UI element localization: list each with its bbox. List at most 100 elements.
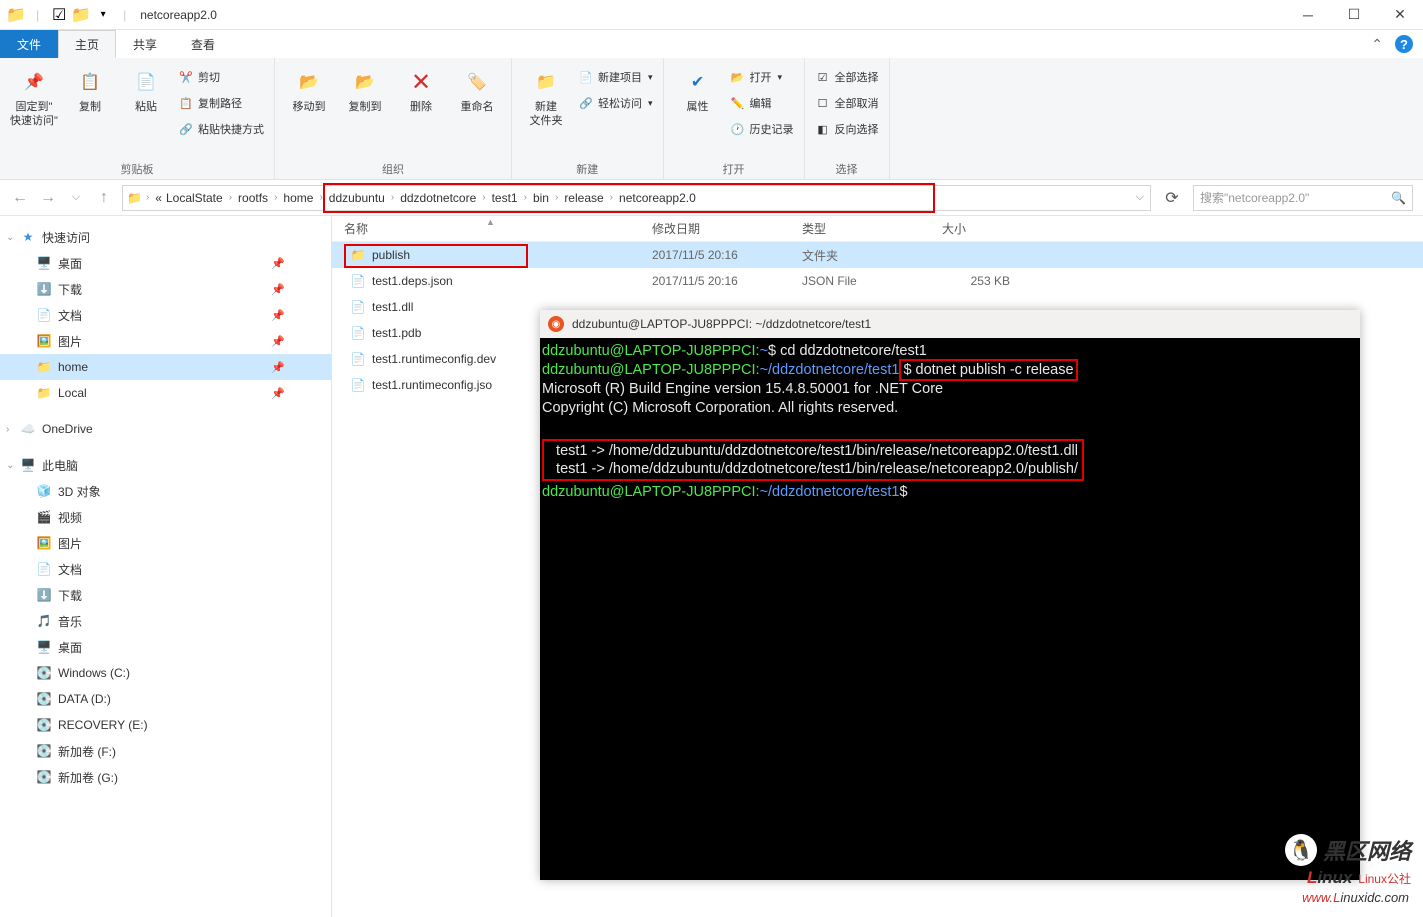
sidebar-item[interactable]: 📄文档: [0, 556, 331, 582]
copyto-button[interactable]: 📂复制到: [339, 62, 391, 114]
file-name: test1.runtimeconfig.jso: [372, 378, 492, 392]
folder-icon: 📁: [8, 7, 24, 23]
file-icon: 📄: [350, 325, 366, 341]
sidebar-item[interactable]: 🧊3D 对象: [0, 478, 331, 504]
copypath-button[interactable]: 📋复制路径: [176, 92, 266, 114]
search-input[interactable]: 搜索"netcoreapp2.0" 🔍: [1193, 185, 1413, 211]
file-row[interactable]: 📄test1.deps.json2017/11/5 20:16JSON File…: [332, 268, 1423, 294]
group-new: 新建: [520, 159, 655, 177]
watermark-url: www.Linuxidc.com: [1302, 890, 1409, 905]
folder-icon: 📁: [350, 247, 366, 263]
minimize-button[interactable]: ─: [1285, 0, 1331, 30]
sidebar-quickaccess[interactable]: ⌄★快速访问: [0, 224, 331, 250]
rename-button[interactable]: 🏷️重命名: [451, 62, 503, 114]
sidebar-onedrive[interactable]: ›☁️OneDrive: [0, 416, 331, 442]
paste-button[interactable]: 📄粘贴: [120, 62, 172, 114]
up-button[interactable]: ↑: [94, 189, 114, 207]
crumb[interactable]: LocalState: [164, 191, 225, 205]
selectnone-button[interactable]: ☐全部取消: [813, 92, 881, 114]
close-button[interactable]: ✕: [1377, 0, 1423, 30]
folder-icon: 📁: [127, 191, 142, 205]
forward-button[interactable]: →: [38, 189, 58, 207]
sidebar-item[interactable]: 🖥️桌面📌: [0, 250, 331, 276]
sidebar-item[interactable]: 💽新加卷 (F:): [0, 738, 331, 764]
delete-button[interactable]: ✕删除: [395, 62, 447, 114]
tab-share[interactable]: 共享: [116, 30, 174, 58]
crumb[interactable]: release: [562, 191, 605, 205]
file-icon: 📄: [350, 377, 366, 393]
search-icon[interactable]: 🔍: [1391, 191, 1406, 205]
sidebar-item[interactable]: 💽DATA (D:): [0, 686, 331, 712]
edit-button[interactable]: ✏️编辑: [728, 92, 796, 114]
addr-dropdown-icon[interactable]: ⌵: [1130, 191, 1150, 204]
newitem-button[interactable]: 📄新建项目▾: [576, 66, 655, 88]
sidebar-item[interactable]: ⬇️下载📌: [0, 276, 331, 302]
crumb[interactable]: ddzdotnetcore: [398, 191, 478, 205]
sidebar-item[interactable]: 💽Windows (C:): [0, 660, 331, 686]
address-bar[interactable]: 📁 › « LocalState› rootfs› home› ddzubunt…: [122, 185, 1151, 211]
file-date: 2017/11/5 20:16: [640, 248, 790, 262]
file-icon: 📄: [350, 299, 366, 315]
sidebar-item[interactable]: 💽RECOVERY (E:): [0, 712, 331, 738]
properties-button[interactable]: ✔属性: [672, 62, 724, 114]
history-button[interactable]: 🕐历史记录: [728, 118, 796, 140]
copy-button[interactable]: 📋复制: [64, 62, 116, 114]
collapse-ribbon-icon[interactable]: ⌃: [1371, 36, 1383, 53]
file-name: publish: [372, 248, 410, 262]
file-name: test1.runtimeconfig.dev: [372, 352, 496, 366]
easyaccess-button[interactable]: 🔗轻松访问▾: [576, 92, 655, 114]
back-button[interactable]: ←: [10, 189, 30, 207]
terminal-titlebar[interactable]: ◉ ddzubuntu@LAPTOP-JU8PPPCI: ~/ddzdotnet…: [540, 310, 1360, 338]
tab-file[interactable]: 文件: [0, 30, 58, 58]
pin-quickaccess-button[interactable]: 📌固定到"快速访问": [8, 62, 60, 129]
crumb[interactable]: bin: [531, 191, 551, 205]
terminal-title: ddzubuntu@LAPTOP-JU8PPPCI: ~/ddzdotnetco…: [572, 317, 871, 331]
group-clipboard: 剪贴板: [8, 159, 266, 177]
crumb[interactable]: test1: [490, 191, 520, 205]
refresh-button[interactable]: ⟳: [1159, 185, 1185, 211]
sidebar-item[interactable]: 📁Local📌: [0, 380, 331, 406]
open-button[interactable]: 📂打开▾: [728, 66, 796, 88]
invert-button[interactable]: ◧反向选择: [813, 118, 881, 140]
file-size: 253 KB: [930, 274, 1030, 288]
file-name: test1.deps.json: [372, 274, 453, 288]
help-icon[interactable]: ?: [1395, 35, 1413, 53]
sidebar-item[interactable]: 🖼️图片📌: [0, 328, 331, 354]
selectall-button[interactable]: ☑全部选择: [813, 66, 881, 88]
crumb[interactable]: netcoreapp2.0: [617, 191, 698, 205]
window-title: netcoreapp2.0: [140, 8, 217, 22]
moveto-button[interactable]: 📂移动到: [283, 62, 335, 114]
terminal-window[interactable]: ◉ ddzubuntu@LAPTOP-JU8PPPCI: ~/ddzdotnet…: [540, 310, 1360, 880]
file-icon: 📄: [350, 351, 366, 367]
sidebar-item-home[interactable]: 📁home📌: [0, 354, 331, 380]
crumb[interactable]: rootfs: [236, 191, 270, 205]
sidebar-item[interactable]: 🖼️图片: [0, 530, 331, 556]
file-type: JSON File: [790, 274, 930, 288]
pasteshortcut-button[interactable]: 🔗粘贴快捷方式: [176, 118, 266, 140]
sidebar-thispc[interactable]: ⌄🖥️此电脑: [0, 452, 331, 478]
checkbox-icon[interactable]: ☑: [51, 7, 67, 23]
tab-home[interactable]: 主页: [58, 30, 116, 58]
tab-view[interactable]: 查看: [174, 30, 232, 58]
crumb[interactable]: home: [281, 191, 315, 205]
file-name: test1.dll: [372, 300, 413, 314]
recent-dropdown[interactable]: ⌵: [66, 191, 86, 204]
crumb[interactable]: ddzubuntu: [327, 191, 387, 205]
terminal-body[interactable]: ddzubuntu@LAPTOP-JU8PPPCI:~$ cd ddzdotne…: [540, 338, 1360, 506]
cut-button[interactable]: ✂️剪切: [176, 66, 266, 88]
sidebar-item[interactable]: 📄文档📌: [0, 302, 331, 328]
maximize-button[interactable]: ☐: [1331, 0, 1377, 30]
sidebar[interactable]: ⌄★快速访问 🖥️桌面📌 ⬇️下载📌 📄文档📌 🖼️图片📌 📁home📌 📁Lo…: [0, 216, 332, 917]
sidebar-item[interactable]: 🖥️桌面: [0, 634, 331, 660]
sidebar-item[interactable]: 🎵音乐: [0, 608, 331, 634]
sidebar-item[interactable]: 🎬视频: [0, 504, 331, 530]
group-organize: 组织: [283, 159, 503, 177]
newfolder-button[interactable]: 📁新建文件夹: [520, 62, 572, 129]
file-row[interactable]: 📁publish2017/11/5 20:16文件夹: [332, 242, 1423, 268]
group-select: 选择: [813, 159, 881, 177]
sidebar-item[interactable]: ⬇️下载: [0, 582, 331, 608]
qat-dropdown-icon[interactable]: ▾: [95, 7, 111, 23]
sidebar-item[interactable]: 💽新加卷 (G:): [0, 764, 331, 790]
file-name: test1.pdb: [372, 326, 421, 340]
column-headers[interactable]: ▲名称 修改日期 类型 大小: [332, 216, 1423, 242]
